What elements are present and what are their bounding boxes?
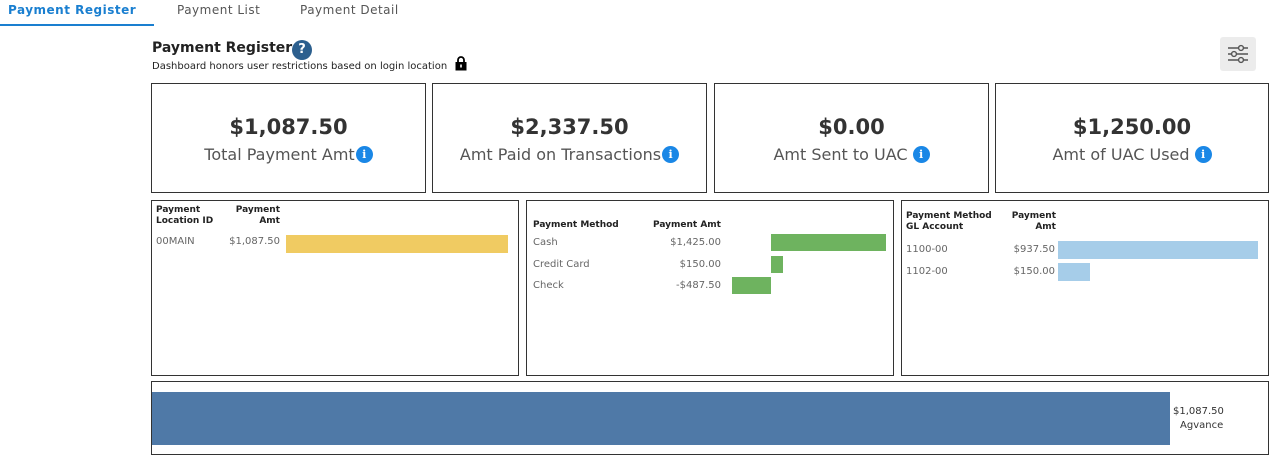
- method-cell: Cash: [533, 237, 558, 248]
- bar-cash[interactable]: [771, 234, 886, 251]
- page-title: Payment Register: [152, 40, 293, 56]
- tab-bar: Payment Register Payment List Payment De…: [0, 0, 1269, 27]
- active-tab-indicator: [0, 24, 154, 26]
- kpi-label: Amt Sent to UAC: [773, 145, 908, 164]
- bar-1102-00[interactable]: [1058, 263, 1090, 281]
- payment-amt-cell: $937.50: [1013, 244, 1055, 255]
- kpi-label: Total Payment Amt: [204, 145, 355, 164]
- kpi-value: $1,250.00: [1072, 115, 1192, 139]
- column-header-payment-amt: Payment Amt: [235, 205, 280, 226]
- panel-payment-by-gl-account: Payment Method GL Account Payment Amt 11…: [901, 200, 1269, 376]
- column-header-payment-amt: Payment Amt: [1011, 211, 1056, 232]
- kpi-label: Amt of UAC Used: [1052, 145, 1190, 164]
- kpi-label-row: Amt Sent to UAC i: [715, 145, 988, 164]
- kpi-value: $2,337.50: [510, 115, 629, 139]
- panel-payment-by-method: Payment Method Payment Amt Cash $1,425.0…: [526, 200, 894, 376]
- page-subtitle: Dashboard honors user restrictions based…: [152, 61, 448, 72]
- column-header-payment-method: Payment Method: [533, 220, 619, 230]
- bar-00main[interactable]: [286, 235, 508, 253]
- bar-check[interactable]: [731, 277, 771, 294]
- payment-amt-cell: -$487.50: [676, 280, 721, 291]
- kpi-label-row: Total Payment Amt i: [152, 145, 425, 164]
- kpi-amt-paid-on-transactions: $2,337.50 Amt Paid on Transactions i: [432, 83, 707, 193]
- tab-payment-register[interactable]: Payment Register: [8, 3, 136, 17]
- info-circle-icon[interactable]: i: [662, 146, 680, 163]
- payment-amt-cell: $150.00: [679, 259, 721, 270]
- location-id-cell: 00MAIN: [156, 236, 195, 247]
- filter-button[interactable]: [1220, 37, 1256, 71]
- info-circle-icon[interactable]: i: [912, 146, 930, 163]
- bar-category-label: Agvance: [1180, 420, 1224, 431]
- tab-payment-detail[interactable]: Payment Detail: [300, 3, 399, 17]
- panel-payment-by-company: $1,087.50 Agvance: [151, 381, 1269, 455]
- lock-icon: [455, 56, 467, 71]
- tab-payment-list[interactable]: Payment List: [177, 3, 260, 17]
- sliders-icon: [1228, 44, 1248, 64]
- bar-value-label: $1,087.50: [1173, 406, 1224, 417]
- info-circle-icon[interactable]: i: [1194, 146, 1212, 163]
- method-cell: Credit Card: [533, 259, 590, 270]
- gl-account-cell: 1102-00: [906, 266, 948, 277]
- panel-payment-by-location: Payment Location ID Payment Amt 00MAIN $…: [151, 200, 519, 376]
- info-circle-icon[interactable]: i: [355, 146, 373, 163]
- column-header-location-id: Payment Location ID: [156, 205, 214, 226]
- kpi-label-row: Amt of UAC Used i: [996, 145, 1268, 164]
- kpi-amt-sent-to-uac: $0.00 Amt Sent to UAC i: [714, 83, 989, 193]
- payment-amt-cell: $1,087.50: [229, 236, 280, 247]
- bar-credit-card[interactable]: [771, 256, 784, 273]
- payment-amt-cell: $1,425.00: [670, 237, 721, 248]
- kpi-label: Amt Paid on Transactions: [459, 145, 662, 164]
- bar-agvance[interactable]: [152, 392, 1170, 445]
- kpi-label-row: Amt Paid on Transactions i: [433, 145, 706, 164]
- column-header-gl-account: Payment Method GL Account: [906, 211, 992, 232]
- kpi-total-payment-amt: $1,087.50 Total Payment Amt i: [151, 83, 426, 193]
- gl-account-cell: 1100-00: [906, 244, 948, 255]
- method-cell: Check: [533, 280, 564, 291]
- kpi-value: $1,087.50: [229, 115, 348, 139]
- payment-amt-cell: $150.00: [1013, 266, 1055, 277]
- bar-1100-00[interactable]: [1058, 241, 1258, 259]
- question-circle-icon[interactable]: ?: [292, 40, 312, 60]
- column-header-payment-amt: Payment Amt: [653, 220, 721, 230]
- kpi-amt-of-uac-used: $1,250.00 Amt of UAC Used i: [995, 83, 1269, 193]
- kpi-value: $0.00: [818, 115, 885, 139]
